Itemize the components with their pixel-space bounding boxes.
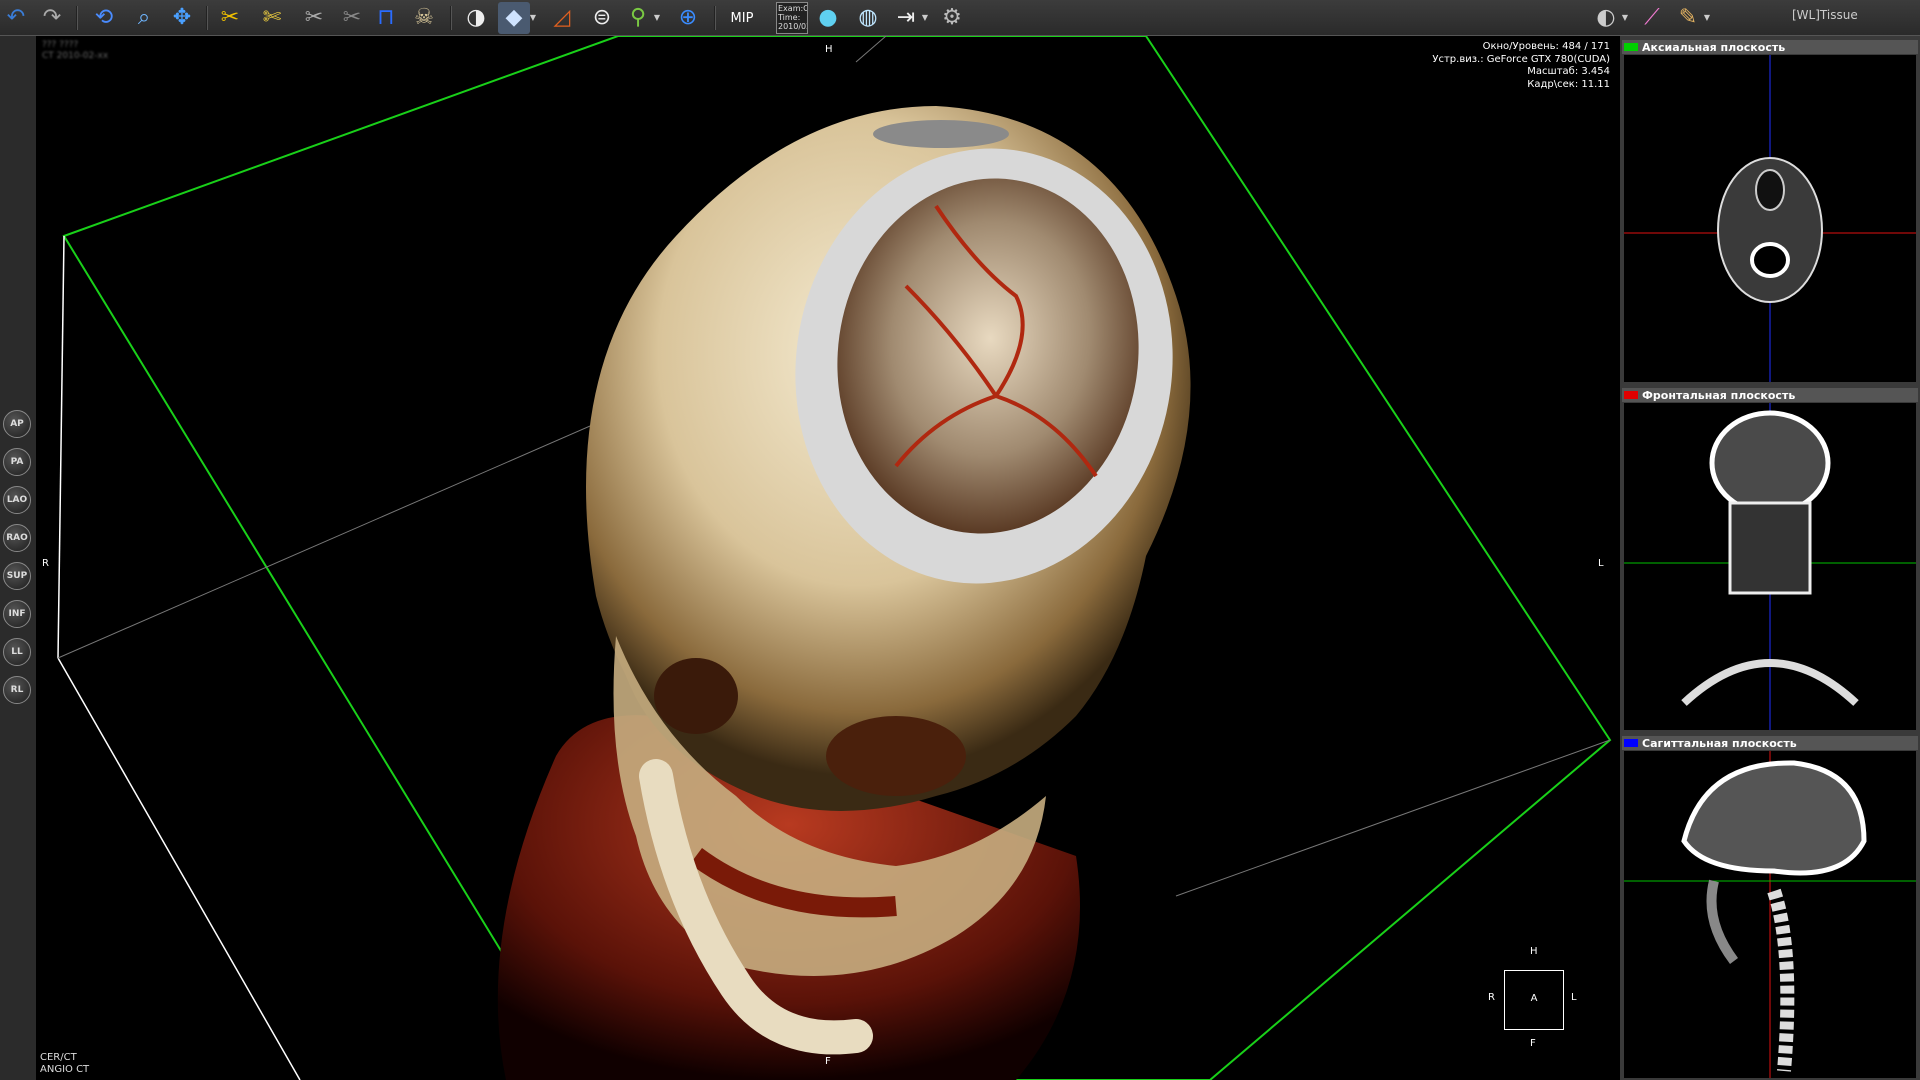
volume-render <box>57 36 1612 1080</box>
scale-text: Масштаб: 3.454 <box>1527 66 1610 77</box>
mpr-panels: Аксиальная плоскость Фронтальная плоскос… <box>1620 36 1920 1080</box>
sphere-2-icon[interactable]: ◍ <box>852 2 884 34</box>
coronal-view[interactable] <box>1624 403 1916 730</box>
render-device-text: Устр.виз.: GeForce GTX 780(CUDA) <box>1432 53 1610 65</box>
axial-image <box>1624 55 1916 382</box>
sagittal-image <box>1624 751 1916 1078</box>
orbit-right <box>654 658 738 734</box>
view-button-sup[interactable]: SUP <box>3 562 31 590</box>
view-button-ap[interactable]: AP <box>3 410 31 438</box>
orientation-cube[interactable]: A <box>1504 970 1564 1030</box>
view-orientation-bar: AP PA LAO RAO SUP INF LL RL <box>0 36 37 1080</box>
chevron-down-icon: ▼ <box>1703 13 1710 22</box>
orientation-left: R <box>42 558 49 569</box>
chevron-down-icon: ▼ <box>653 13 660 22</box>
cube-face-label: A <box>1530 993 1538 1004</box>
cut-plane-top <box>873 120 1009 148</box>
bbox-edge <box>1175 739 1611 897</box>
ruler-cut-icon[interactable]: ✄ <box>256 2 288 34</box>
curve-icon[interactable]: ⟋ <box>1636 2 1668 34</box>
skull-icon[interactable]: ☠ <box>408 2 440 34</box>
patient-info: ??? ???? CT 2010-02-xx <box>42 40 108 62</box>
view-button-inf[interactable]: INF <box>3 600 31 628</box>
gear-icon[interactable]: ⚙ <box>936 2 968 34</box>
bbox-edge <box>855 36 887 63</box>
coronal-panel[interactable]: Фронтальная плоскость <box>1622 388 1918 732</box>
view-button-rl[interactable]: RL <box>3 676 31 704</box>
orientation-top: H <box>825 44 833 55</box>
panel-title: Фронтальная плоскость <box>1642 388 1796 402</box>
bbox-edge <box>57 657 301 1080</box>
panel-title: Сагиттальная плоскость <box>1642 736 1797 750</box>
angle-icon[interactable]: ◿ <box>546 2 578 34</box>
cube-icon[interactable]: ◆ ▼ <box>498 2 536 34</box>
study-date: CT 2010-02-xx <box>42 51 109 61</box>
view-button-lao[interactable]: LAO <box>3 486 31 514</box>
panel-title: Аксиальная плоскость <box>1642 40 1786 54</box>
series-description: ANGIO CT <box>40 1064 90 1075</box>
wl-preset-label[interactable]: [WL]Tissue <box>1792 8 1858 22</box>
redo-icon[interactable]: ↷ <box>36 2 68 34</box>
orientation-right: L <box>1598 558 1604 569</box>
bbox-edge <box>57 235 65 659</box>
cube-label-bottom: F <box>1530 1038 1536 1049</box>
toolbar-separator <box>450 6 452 30</box>
contrast-icon[interactable]: ◑ <box>460 2 492 34</box>
zoom-icon[interactable]: ⌕ <box>128 2 160 34</box>
plane-color-swatch <box>1624 739 1638 747</box>
main-toolbar: ↶ ↷ ⟲ ⌕ ✥ ✂ ✄ ✂ ✂ ⊓ ☠ ◑ ◆ ▼ ◿ ⊜ ⚲ ▼ ⊕ MIP … <box>0 0 1920 36</box>
chevron-down-icon: ▼ <box>921 13 928 22</box>
rotate-icon[interactable]: ⟲ <box>88 2 120 34</box>
toolbar-separator <box>206 6 208 30</box>
undo-icon[interactable]: ↶ <box>0 2 32 34</box>
tape-measure-icon[interactable]: ⊜ <box>586 2 618 34</box>
sphere-icon[interactable]: ● <box>812 2 844 34</box>
toolbar-separator <box>76 6 78 30</box>
render-info: Окно/Уровень: 484 / 171 Устр.виз.: GeFor… <box>1432 41 1610 91</box>
panel-header: Аксиальная плоскость <box>1622 40 1918 54</box>
plane-color-swatch <box>1624 391 1638 399</box>
panel-header: Фронтальная плоскость <box>1622 388 1918 402</box>
chevron-down-icon: ▼ <box>1621 13 1628 22</box>
palette-icon[interactable]: ◐ ▼ <box>1590 2 1628 34</box>
view-button-pa[interactable]: PA <box>3 448 31 476</box>
cut-icon[interactable]: ✂ <box>214 2 246 34</box>
patient-name: ??? ???? <box>42 40 79 50</box>
marker-icon[interactable]: ⚲ ▼ <box>622 2 660 34</box>
orientation-bottom: F <box>825 1056 831 1067</box>
3d-viewport[interactable]: ??? ???? CT 2010-02-xx Окно/Уровень: 484… <box>36 36 1618 1080</box>
view-button-ll[interactable]: LL <box>3 638 31 666</box>
exam-info-icon[interactable]: Exam:C Time: 2010/02 <box>776 2 808 34</box>
bbox-edge <box>57 405 637 659</box>
nasal-cavity <box>826 716 966 796</box>
axial-panel[interactable]: Аксиальная плоскость <box>1622 40 1918 384</box>
view-button-rao[interactable]: RAO <box>3 524 31 552</box>
coronal-image <box>1624 403 1916 730</box>
axial-view[interactable] <box>1624 55 1916 382</box>
plane-color-swatch <box>1624 43 1638 51</box>
pan-icon[interactable]: ✥ <box>166 2 198 34</box>
cube-label-right: L <box>1571 992 1577 1003</box>
fps-text: Кадр\сек: 11.11 <box>1527 78 1610 90</box>
scissors-icon[interactable]: ✂ <box>298 2 330 34</box>
sagittal-view[interactable] <box>1624 751 1916 1078</box>
table-icon[interactable]: ⊓ <box>370 2 402 34</box>
cube-label-top: H <box>1530 946 1538 957</box>
series-info: CER/CT ANGIO CT <box>40 1052 89 1076</box>
window-level-text: Окно/Уровень: 484 / 171 <box>1482 41 1610 52</box>
sagittal-panel[interactable]: Сагиттальная плоскость <box>1622 736 1918 1080</box>
toolbar-separator <box>714 6 716 30</box>
series-type: CER/CT <box>40 1052 77 1063</box>
scissors-2-icon[interactable]: ✂ <box>336 2 368 34</box>
export-icon[interactable]: ⇥ ▼ <box>890 2 928 34</box>
crosshair-icon[interactable]: ⊕ <box>672 2 704 34</box>
panel-header: Сагиттальная плоскость <box>1622 736 1918 750</box>
paint-icon[interactable]: ✎ ▼ <box>1672 2 1710 34</box>
cube-label-left: R <box>1488 992 1495 1003</box>
chevron-down-icon: ▼ <box>529 13 536 22</box>
mip-button[interactable]: MIP <box>724 2 760 34</box>
